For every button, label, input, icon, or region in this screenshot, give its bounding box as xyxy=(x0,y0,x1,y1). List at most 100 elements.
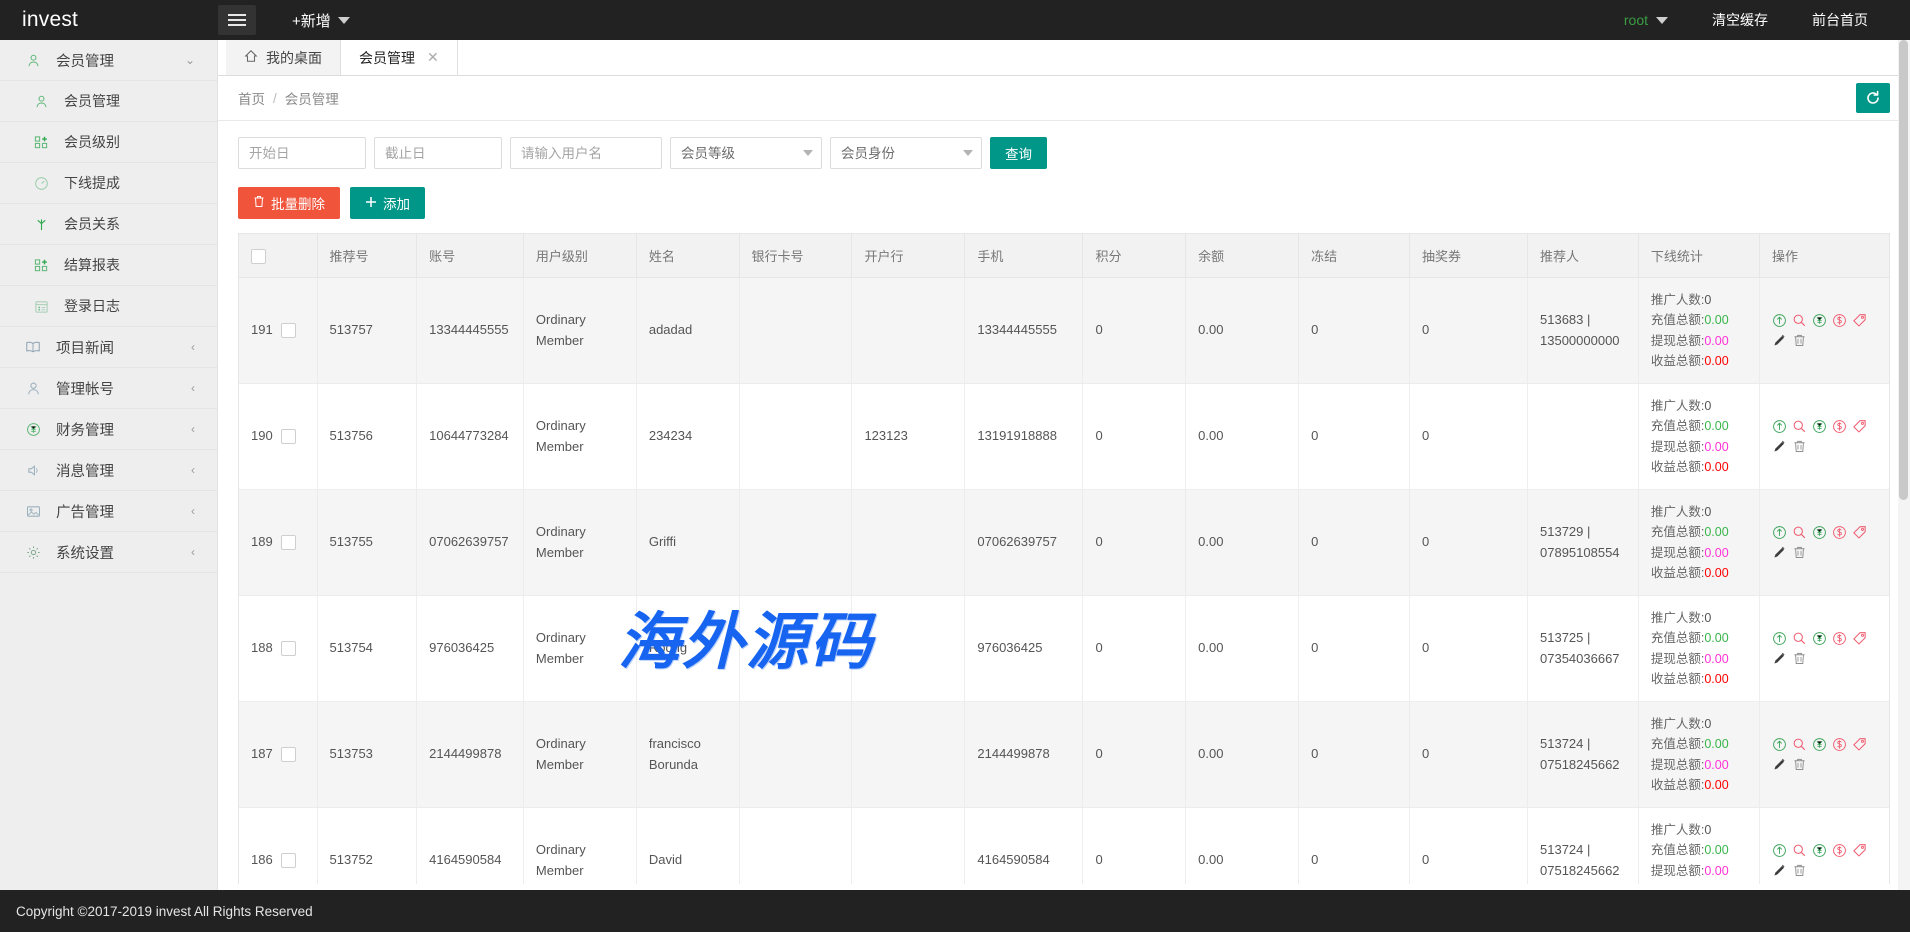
table-row[interactable]: 1875137532144499878Ordinary Memberfranci… xyxy=(239,702,1889,808)
sidebar-item-3[interactable]: 下线提成 xyxy=(0,163,217,204)
tag-icon[interactable] xyxy=(1852,843,1867,858)
edit-pencil-icon[interactable] xyxy=(1772,545,1787,560)
edit-pencil-icon[interactable] xyxy=(1772,439,1787,454)
member-level-select[interactable]: 会员等级 xyxy=(670,137,822,169)
start-date-input[interactable] xyxy=(238,137,366,169)
cell-referrer: 513683 | 13500000000 xyxy=(1528,278,1639,384)
edit-pencil-icon[interactable] xyxy=(1772,863,1787,878)
search-icon[interactable] xyxy=(1792,737,1807,752)
table-row[interactable]: 188513754976036425Ordinary MemberRodrig9… xyxy=(239,596,1889,702)
dollar-circle-icon[interactable] xyxy=(1832,631,1847,646)
search-icon[interactable] xyxy=(1792,525,1807,540)
tag-icon[interactable] xyxy=(1852,419,1867,434)
breadcrumb-home[interactable]: 首页 xyxy=(238,88,265,108)
row-checkbox[interactable] xyxy=(281,853,296,868)
edit-pencil-icon[interactable] xyxy=(1772,651,1787,666)
refresh-icon[interactable] xyxy=(1856,83,1890,113)
front-home-link[interactable]: 前台首页 xyxy=(1790,10,1890,30)
tag-icon[interactable] xyxy=(1852,631,1867,646)
tag-icon[interactable] xyxy=(1852,737,1867,752)
yen-circle-icon[interactable] xyxy=(1812,313,1827,328)
table-row[interactable]: 19151375713344445555Ordinary Memberadada… xyxy=(239,278,1889,384)
up-circle-icon[interactable] xyxy=(1772,843,1787,858)
sidebar-item-10[interactable]: 消息管理‹ xyxy=(0,450,217,491)
yen-circle-icon[interactable] xyxy=(1812,525,1827,540)
row-checkbox[interactable] xyxy=(281,323,296,338)
batch-delete-button[interactable]: 批量删除 xyxy=(238,187,340,219)
cell-user-level: Ordinary Member xyxy=(523,384,636,490)
edit-pencil-icon[interactable] xyxy=(1772,757,1787,772)
cell-downline-stats: 推广人数:0充值总额:0.00提现总额:0.00收益总额:0.00 xyxy=(1638,808,1759,885)
up-circle-icon[interactable] xyxy=(1772,313,1787,328)
sidebar-item-12[interactable]: 系统设置‹ xyxy=(0,532,217,573)
cell-phone: 07062639757 xyxy=(965,490,1083,596)
tab-label: 会员管理 xyxy=(359,48,415,68)
dollar-circle-icon[interactable] xyxy=(1832,419,1847,434)
username-input[interactable] xyxy=(510,137,662,169)
tag-icon[interactable] xyxy=(1852,525,1867,540)
tab-member-management[interactable]: 会员管理 ✕ xyxy=(341,40,458,75)
sidebar-item-6[interactable]: 登录日志 xyxy=(0,286,217,327)
end-date-input[interactable] xyxy=(374,137,502,169)
dollar-circle-icon[interactable] xyxy=(1832,313,1847,328)
sidebar-item-0[interactable]: 会员管理⌄ xyxy=(0,40,217,81)
row-id: 191 xyxy=(251,320,273,340)
sidebar-item-8[interactable]: 管理帐号‹ xyxy=(0,368,217,409)
stat-promoters: 推广人数:0 xyxy=(1651,608,1747,628)
menu-toggle-icon[interactable] xyxy=(218,5,256,35)
table-row[interactable]: 19051375610644773284Ordinary Member23423… xyxy=(239,384,1889,490)
up-circle-icon[interactable] xyxy=(1772,419,1787,434)
page-scrollbar[interactable] xyxy=(1898,40,1910,890)
close-icon[interactable]: ✕ xyxy=(427,49,439,66)
dollar-circle-icon[interactable] xyxy=(1832,525,1847,540)
user-menu[interactable]: root xyxy=(1602,12,1690,28)
up-circle-icon[interactable] xyxy=(1772,631,1787,646)
tab-my-desktop[interactable]: 我的桌面 xyxy=(226,40,341,75)
scrollbar-thumb[interactable] xyxy=(1899,40,1908,500)
trash-icon[interactable] xyxy=(1792,545,1807,560)
trash-icon[interactable] xyxy=(1792,863,1807,878)
row-checkbox[interactable] xyxy=(281,535,296,550)
yen-circle-icon[interactable] xyxy=(1812,419,1827,434)
edit-pencil-icon[interactable] xyxy=(1772,333,1787,348)
cell-phone: 13191918888 xyxy=(965,384,1083,490)
sidebar-item-11[interactable]: 广告管理‹ xyxy=(0,491,217,532)
select-all-checkbox[interactable] xyxy=(251,249,266,264)
query-button[interactable]: 查询 xyxy=(990,137,1047,169)
up-circle-icon[interactable] xyxy=(1772,737,1787,752)
add-button[interactable]: 添加 xyxy=(350,187,425,219)
sidebar-item-1[interactable]: 会员管理 xyxy=(0,81,217,122)
search-icon[interactable] xyxy=(1792,313,1807,328)
stat-recharge: 充值总额:0.00 xyxy=(1651,522,1747,542)
yen-circle-icon[interactable] xyxy=(1812,631,1827,646)
trash-icon[interactable] xyxy=(1792,651,1807,666)
yen-circle-icon[interactable] xyxy=(1812,737,1827,752)
sidebar-item-2[interactable]: 会员级别 xyxy=(0,122,217,163)
row-checkbox[interactable] xyxy=(281,429,296,444)
yen-circle-icon[interactable] xyxy=(1812,843,1827,858)
trash-icon[interactable] xyxy=(1792,757,1807,772)
search-icon[interactable] xyxy=(1792,419,1807,434)
search-icon[interactable] xyxy=(1792,843,1807,858)
sidebar-item-7[interactable]: 项目新闻‹ xyxy=(0,327,217,368)
sidebar-item-4[interactable]: 会员关系 xyxy=(0,204,217,245)
clear-cache-button[interactable]: 清空缓存 xyxy=(1690,10,1790,30)
up-circle-icon[interactable] xyxy=(1772,525,1787,540)
trash-icon[interactable] xyxy=(1792,333,1807,348)
new-menu-button[interactable]: +新增 xyxy=(292,10,350,31)
dollar-circle-icon[interactable] xyxy=(1832,843,1847,858)
row-checkbox[interactable] xyxy=(281,747,296,762)
sidebar-item-label: 会员级别 xyxy=(64,132,120,152)
table-row[interactable]: 18951375507062639757Ordinary MemberGriff… xyxy=(239,490,1889,596)
cell-bankcard xyxy=(739,490,852,596)
operation-icons xyxy=(1772,419,1877,454)
dollar-circle-icon[interactable] xyxy=(1832,737,1847,752)
sidebar-item-5[interactable]: 结算报表 xyxy=(0,245,217,286)
member-identity-select[interactable]: 会员身份 xyxy=(830,137,982,169)
tag-icon[interactable] xyxy=(1852,313,1867,328)
trash-icon[interactable] xyxy=(1792,439,1807,454)
search-icon[interactable] xyxy=(1792,631,1807,646)
row-checkbox[interactable] xyxy=(281,641,296,656)
table-row[interactable]: 1865137524164590584Ordinary MemberDavid4… xyxy=(239,808,1889,885)
sidebar-item-9[interactable]: 财务管理‹ xyxy=(0,409,217,450)
